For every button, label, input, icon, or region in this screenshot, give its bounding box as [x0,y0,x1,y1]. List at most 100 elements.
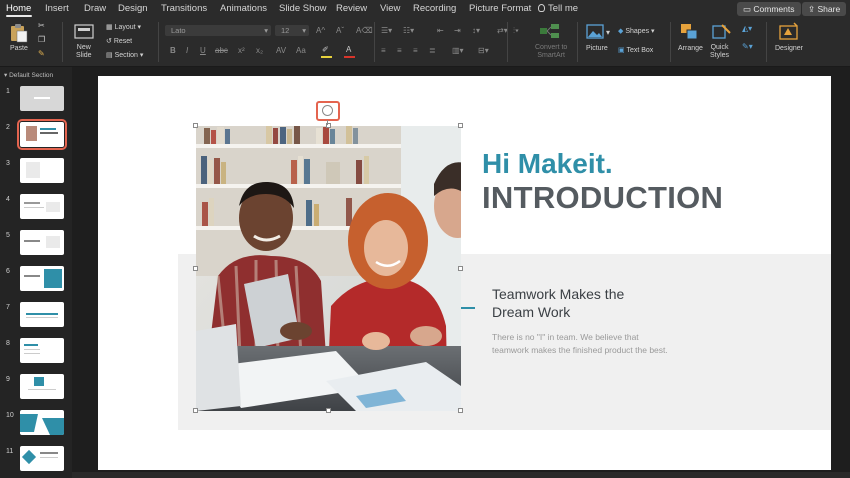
reset-button[interactable]: ↺ Reset [106,38,132,46]
designer-icon[interactable] [778,22,800,42]
lightbulb-icon [538,4,545,12]
slide-subheading[interactable]: Teamwork Makes the Dream Work [492,285,662,321]
rotate-icon[interactable] [322,105,333,116]
italic-icon[interactable]: I [186,46,188,55]
shapes-button[interactable]: ◆ Shapes ▾ [618,28,655,36]
resize-handle-sw[interactable] [193,408,198,413]
bold-icon[interactable]: B [170,46,176,55]
clear-format-icon[interactable]: A⌫ [356,26,373,35]
comments-button[interactable]: ▭ Comments [737,2,801,16]
tell-me-label: Tell me [548,3,579,14]
increase-font-icon[interactable]: A^ [316,26,325,35]
slide-title-greeting[interactable]: Hi Makeit. [482,148,613,180]
superscript-icon[interactable]: x² [238,46,245,55]
slide-thumbnail[interactable] [20,158,64,183]
resize-handle-w[interactable] [193,266,198,271]
font-size-dropdown[interactable]: 12 ▾ [275,25,309,36]
section-label: Default Section [9,72,54,79]
strikethrough-icon[interactable]: abc [215,46,228,55]
bullets-icon[interactable]: ☰▾ [381,26,392,35]
slide-title[interactable]: INTRODUCTION [482,180,723,216]
font-name-dropdown[interactable]: Lato ▾ [165,25,271,36]
tab-animations[interactable]: Animations [220,3,267,14]
slide-canvas[interactable]: Hi Makeit. INTRODUCTION Teamwork Makes t… [98,76,831,470]
format-painter-icon[interactable]: ✎ [38,49,45,58]
tab-recording[interactable]: Recording [413,3,456,14]
reset-icon: ↺ [106,38,112,45]
slide-thumbnail[interactable] [20,194,64,219]
tab-insert[interactable]: Insert [45,3,69,14]
accent-line [460,307,475,309]
tab-draw[interactable]: Draw [84,3,106,14]
thumb-number: 10 [6,412,14,419]
slide-thumbnail-selected[interactable] [17,119,67,150]
share-button[interactable]: ⇪ Share [802,2,847,16]
resize-handle-s[interactable] [326,408,331,413]
slide-thumbnail[interactable] [20,266,64,291]
text-box-button[interactable]: ▣ Text Box [618,47,653,55]
slide-thumbnail[interactable] [20,410,64,435]
decrease-font-icon[interactable]: Aˇ [336,26,344,35]
cut-icon[interactable]: ✂ [38,21,45,30]
resize-handle-nw[interactable] [193,123,198,128]
align-left-icon[interactable]: ≡ [381,46,386,55]
team-photo[interactable] [196,126,461,411]
underline-icon[interactable]: U [200,46,206,55]
slide-thumbnail[interactable] [20,446,64,471]
text-spacing-icon[interactable]: AV [276,46,286,55]
picture-icon[interactable] [586,24,604,40]
paste-icon[interactable] [9,23,29,43]
tab-view[interactable]: View [380,3,400,14]
align-right-icon[interactable]: ≡ [413,46,418,55]
tell-me-search[interactable]: Tell me [538,3,578,14]
thumb-number: 2 [6,124,10,131]
smartart-icon[interactable] [539,23,561,39]
chevron-down-icon: ▾ [302,26,306,35]
section-icon: ▤ [106,52,113,59]
align-center-icon[interactable]: ≡ [397,46,402,55]
quick-styles-icon[interactable] [712,23,732,41]
font-color-icon[interactable]: A [346,45,351,54]
paste-label: Paste [10,45,28,52]
slide-thumbnail[interactable] [20,374,64,399]
columns-icon[interactable]: ▥▾ [452,46,464,55]
copy-icon[interactable]: ❐ [38,35,45,44]
chevron-down-icon[interactable]: ▾ [606,28,610,37]
slide-thumbnail[interactable] [20,338,64,363]
tab-home[interactable]: Home [6,3,31,14]
shape-fill-icon[interactable]: ◭▾ [742,24,752,33]
tab-design[interactable]: Design [118,3,148,14]
section-button[interactable]: ▤ Section ▾ [106,52,143,60]
tab-review[interactable]: Review [336,3,367,14]
slide-thumbnail[interactable] [20,230,64,255]
slide-thumbnail[interactable] [20,302,64,327]
arrange-icon[interactable] [680,23,700,41]
subscript-icon[interactable]: x₂ [256,46,263,55]
layout-button[interactable]: ▦ Layout ▾ [106,24,141,32]
justify-icon[interactable]: ≣ [429,46,436,55]
section-header[interactable]: ▾ Default Section [4,71,53,79]
resize-handle-se[interactable] [458,408,463,413]
slide-thumbnail[interactable] [20,86,64,111]
slide-body-text[interactable]: There is no "I" in team. We believe that… [492,331,672,357]
tab-picture-format[interactable]: Picture Format [469,3,531,14]
new-slide-icon[interactable] [74,23,96,41]
thumb-number: 9 [6,376,10,383]
new-slide-label: New Slide [76,44,92,59]
ribbon-separator [766,22,767,62]
increase-indent-icon[interactable]: ⇥ [454,26,461,35]
numbering-icon[interactable]: ☷▾ [403,26,414,35]
change-case-icon[interactable]: Aa [296,46,306,55]
resize-handle-e[interactable] [458,266,463,271]
align-text-icon[interactable]: ⊟▾ [478,46,489,55]
tab-transitions[interactable]: Transitions [161,3,207,14]
line-spacing-icon[interactable]: ↕▾ [472,26,480,35]
highlight-color-icon[interactable]: ✐ [322,45,329,54]
picture-label: Picture [586,45,608,52]
tab-slide-show[interactable]: Slide Show [279,3,327,14]
ribbon-separator [374,22,375,62]
decrease-indent-icon[interactable]: ⇤ [437,26,444,35]
resize-handle-ne[interactable] [458,123,463,128]
shape-outline-icon[interactable]: ✎▾ [742,42,753,51]
smartart-layout-icon[interactable]: ⫶▾ [513,26,519,36]
